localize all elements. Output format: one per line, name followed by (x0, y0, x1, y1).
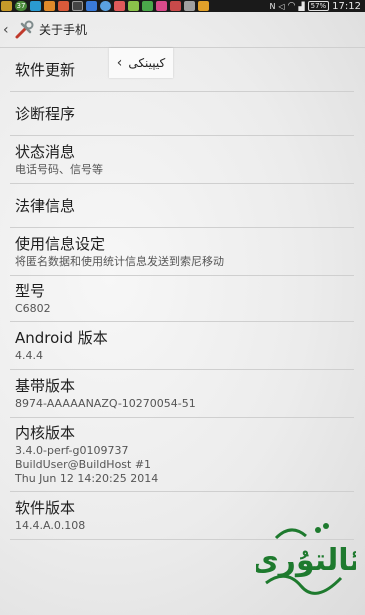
browser-icon (100, 1, 111, 11)
image-icon (44, 1, 55, 11)
map-icon (114, 1, 125, 11)
floating-popup[interactable]: ‹ کیپینکی (109, 48, 173, 78)
notification-count-badge: 37 (15, 1, 27, 11)
mail-icon (1, 1, 12, 11)
svg-text:ئالتۇرى: ئالتۇرى (256, 543, 356, 578)
chat-icon (30, 1, 41, 11)
nfc-icon: N (269, 1, 276, 11)
media-icon (156, 1, 167, 11)
list-item-kernel-version: 内核版本 3.4.0-perf-g0109737 BuildUser@Build… (0, 418, 365, 491)
item-title: 软件更新 (15, 61, 76, 79)
item-title: Android 版本 (15, 329, 108, 347)
item-subtitle: 将匿名数据和使用统计信息发送到索尼移动 (15, 255, 224, 268)
item-subtitle: 电话号码、信号等 (15, 163, 103, 176)
mute-icon: ◁ (278, 1, 285, 11)
back-chevron-icon[interactable]: ‹ (3, 22, 13, 38)
popup-label: کیپینکی (128, 56, 166, 70)
settings-tools-icon[interactable] (13, 19, 35, 41)
list-item-usage-info[interactable]: 使用信息设定 将匿名数据和使用统计信息发送到索尼移动 (0, 228, 365, 275)
item-title: 诊断程序 (15, 105, 76, 123)
message-icon (142, 1, 153, 11)
list-item-legal[interactable]: 法律信息 (0, 184, 365, 227)
cloud-icon (86, 1, 97, 11)
item-title: 使用信息设定 (15, 235, 106, 253)
list-item-software-update[interactable]: 软件更新 (0, 48, 365, 91)
photo-icon (184, 1, 195, 11)
battery-indicator: 57% (307, 1, 330, 11)
list-item-android-version: Android 版本 4.4.4 (0, 322, 365, 369)
item-title: 法律信息 (15, 197, 76, 215)
item-line: BuildUser@BuildHost #1 (15, 458, 152, 471)
item-subtitle: 14.4.A.0.108 (15, 519, 86, 532)
list-item-baseband-version: 基带版本 8974-AAAAANAZQ-10270054-51 (0, 370, 365, 417)
item-title: 型号 (15, 282, 46, 300)
item-subtitle: 4.4.4 (15, 349, 43, 362)
phone-icon (170, 1, 181, 11)
item-title: 基带版本 (15, 377, 76, 395)
item-title: 软件版本 (15, 499, 76, 517)
wifi-icon: ◠ (287, 1, 296, 11)
action-bar: ‹ 关于手机 (0, 12, 365, 48)
list-item-model: 型号 C6802 (0, 276, 365, 321)
clock: 17:12 (332, 0, 361, 12)
item-title: 内核版本 (15, 424, 76, 442)
chevron-left-icon[interactable]: ‹ (117, 55, 123, 71)
game-icon (198, 1, 209, 11)
item-subtitle: 8974-AAAAANAZQ-10270054-51 (15, 397, 196, 410)
list-item-status[interactable]: 状态消息 电话号码、信号等 (0, 136, 365, 183)
signal-icon: ▟ (298, 1, 305, 11)
logo-watermark: ئالتۇرى (256, 523, 356, 595)
app-icon (58, 1, 69, 11)
list-item-diagnostics[interactable]: 诊断程序 (0, 92, 365, 135)
store-icon (128, 1, 139, 11)
item-subtitle: C6802 (15, 302, 51, 315)
video-icon (72, 1, 83, 11)
item-title: 状态消息 (15, 143, 76, 161)
page-title: 关于手机 (39, 23, 88, 37)
item-line: 3.4.0-perf-g0109737 (15, 444, 129, 457)
item-line: Thu Jun 12 14:20:25 2014 (15, 472, 159, 485)
status-bar: 37 N ◁ ◠ ▟ 57% 17:12 (0, 0, 365, 12)
